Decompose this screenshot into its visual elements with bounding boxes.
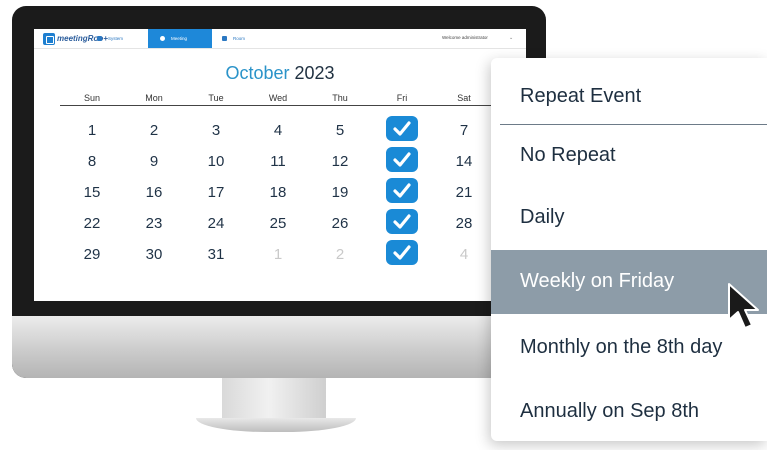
day-checkbox[interactable]	[386, 178, 418, 203]
calendar-day[interactable]: 18	[258, 184, 298, 201]
calendar-day[interactable]: 1	[72, 122, 112, 139]
calendar-day-outside-month[interactable]: 2	[320, 246, 360, 263]
top-nav: meetingRoo+ System Meeting Room Welcome …	[34, 29, 526, 49]
calendar-year: 2023	[294, 63, 335, 83]
calendar-day[interactable]: 4	[258, 122, 298, 139]
checkmark-icon	[393, 152, 411, 167]
calendar-day[interactable]: 10	[196, 153, 236, 170]
calendar-day[interactable]: 9	[134, 153, 174, 170]
menu-header: Repeat Event	[520, 85, 642, 107]
calendar-day[interactable]: 17	[196, 184, 236, 201]
calendar-day[interactable]: 25	[258, 215, 298, 232]
day-checkbox[interactable]	[386, 240, 418, 265]
calendar-month: October	[225, 63, 290, 83]
calendar-day[interactable]: 31	[196, 246, 236, 263]
repeat-option-no-repeat[interactable]: No Repeat	[491, 124, 767, 188]
repeat-option-label: Monthly on the 8th day	[520, 336, 723, 358]
nav-system-label: System	[108, 36, 124, 41]
calendar-day[interactable]: 21	[444, 184, 484, 201]
weekday-sun: Sun	[83, 93, 100, 103]
calendar-day[interactable]: 24	[196, 215, 236, 232]
calendar-day[interactable]: 19	[320, 184, 360, 201]
monitor-chin	[12, 316, 546, 378]
checkmark-icon	[393, 121, 411, 136]
welcome-text[interactable]: Welcome administrator	[442, 35, 488, 40]
chevron-down-icon[interactable]: ⌄	[509, 35, 513, 41]
mouse-pointer-icon	[728, 283, 759, 329]
checkmark-icon	[393, 214, 411, 229]
repeat-option-label: Weekly on Friday	[520, 270, 675, 292]
monitor-base	[196, 418, 356, 432]
nav-meeting-label: Meeting	[171, 36, 188, 41]
weekday-header: Sun Mon Tue Wed Thu Fri Sat	[60, 92, 526, 106]
day-checkbox[interactable]	[386, 209, 418, 234]
door-icon	[222, 36, 227, 41]
calendar-day[interactable]: 23	[134, 215, 174, 232]
weekday-tue: Tue	[208, 93, 224, 103]
nav-room[interactable]: Room	[216, 29, 251, 48]
repeat-option-daily[interactable]: Daily	[491, 186, 767, 250]
weekday-fri: Fri	[396, 93, 408, 103]
calendar-day[interactable]: 5	[320, 122, 360, 139]
people-icon	[160, 36, 165, 41]
calendar-day[interactable]: 8	[72, 153, 112, 170]
repeat-option-annually-on-sep-8th[interactable]: Annually on Sep 8th	[491, 380, 767, 444]
repeat-option-weekly-on-friday[interactable]: Weekly on Friday	[491, 250, 767, 314]
app-screen: meetingRoo+ System Meeting Room Welcome …	[34, 29, 526, 301]
calendar-day[interactable]: 2	[134, 122, 174, 139]
repeat-option-label: Daily	[520, 206, 565, 228]
calendar-day[interactable]: 11	[258, 153, 298, 170]
calendar-day[interactable]: 16	[134, 184, 174, 201]
checkmark-icon	[393, 183, 411, 198]
repeat-event-menu: Repeat Event No Repeat Daily Weekly on Fri…	[491, 58, 767, 441]
weekday-mon: Mon	[145, 93, 163, 103]
checkmark-icon	[393, 245, 411, 260]
grid-icon	[97, 36, 102, 41]
calendar-day-outside-month[interactable]: 4	[444, 246, 484, 263]
repeat-option-label: Annually on Sep 8th	[520, 400, 700, 422]
calendar-day[interactable]: 15	[72, 184, 112, 201]
weekday-wed: Wed	[268, 93, 288, 103]
monitor-stand	[222, 378, 326, 422]
calendar-day[interactable]: 14	[444, 153, 484, 170]
calendar-day[interactable]: 22	[72, 215, 112, 232]
weekday-sat: Sat	[457, 93, 471, 103]
calendar-day[interactable]: 12	[320, 153, 360, 170]
repeat-option-monthly-on-the-8th-day[interactable]: Monthly on the 8th day	[491, 316, 767, 380]
calendar-day[interactable]: 30	[134, 246, 174, 263]
day-checkbox[interactable]	[386, 147, 418, 172]
repeat-option-label: No Repeat	[520, 144, 616, 166]
calendar-day-outside-month[interactable]: 1	[258, 246, 298, 263]
calendar-day[interactable]: 3	[196, 122, 236, 139]
calendar-title: October 2023	[34, 63, 526, 84]
logo-icon	[43, 32, 55, 45]
nav-system[interactable]: System	[89, 29, 131, 48]
calendar-day[interactable]: 29	[72, 246, 112, 263]
weekday-thu: Thu	[332, 93, 348, 103]
day-checkbox[interactable]	[386, 116, 418, 141]
nav-room-label: Room	[233, 36, 246, 41]
calendar-day[interactable]: 26	[320, 215, 360, 232]
nav-meeting[interactable]: Meeting	[148, 29, 212, 48]
calendar-day[interactable]: 28	[444, 215, 484, 232]
calendar-day[interactable]: 7	[444, 122, 484, 139]
